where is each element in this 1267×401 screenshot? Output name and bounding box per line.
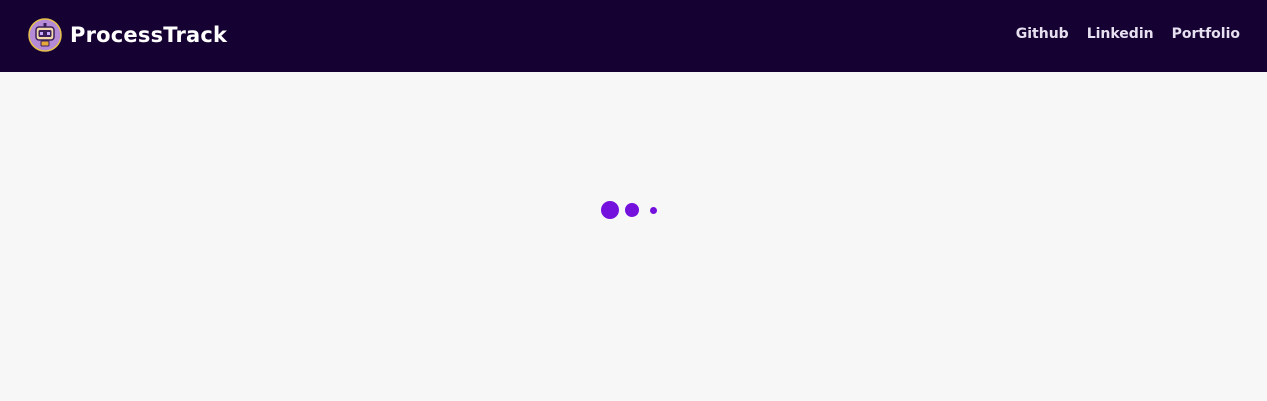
loader-dot-medium — [625, 203, 639, 217]
brand-name: ProcessTrack — [70, 23, 228, 47]
nav-link-linkedin[interactable]: Linkedin — [1087, 24, 1154, 44]
loader-dot-small — [650, 207, 657, 214]
nav-links: Github Linkedin Portfolio — [1016, 24, 1240, 44]
nav-link-github[interactable]: Github — [1016, 24, 1069, 44]
loader-dot-large — [601, 201, 619, 219]
navbar: ProcessTrack Github Linkedin Portfolio — [0, 0, 1267, 72]
brand-home-link[interactable]: ProcessTrack — [28, 17, 227, 53]
nav-link-portfolio[interactable]: Portfolio — [1172, 24, 1240, 44]
loading-dots-icon — [600, 200, 660, 220]
robot-logo-icon — [28, 18, 62, 52]
main-content — [0, 72, 1267, 401]
